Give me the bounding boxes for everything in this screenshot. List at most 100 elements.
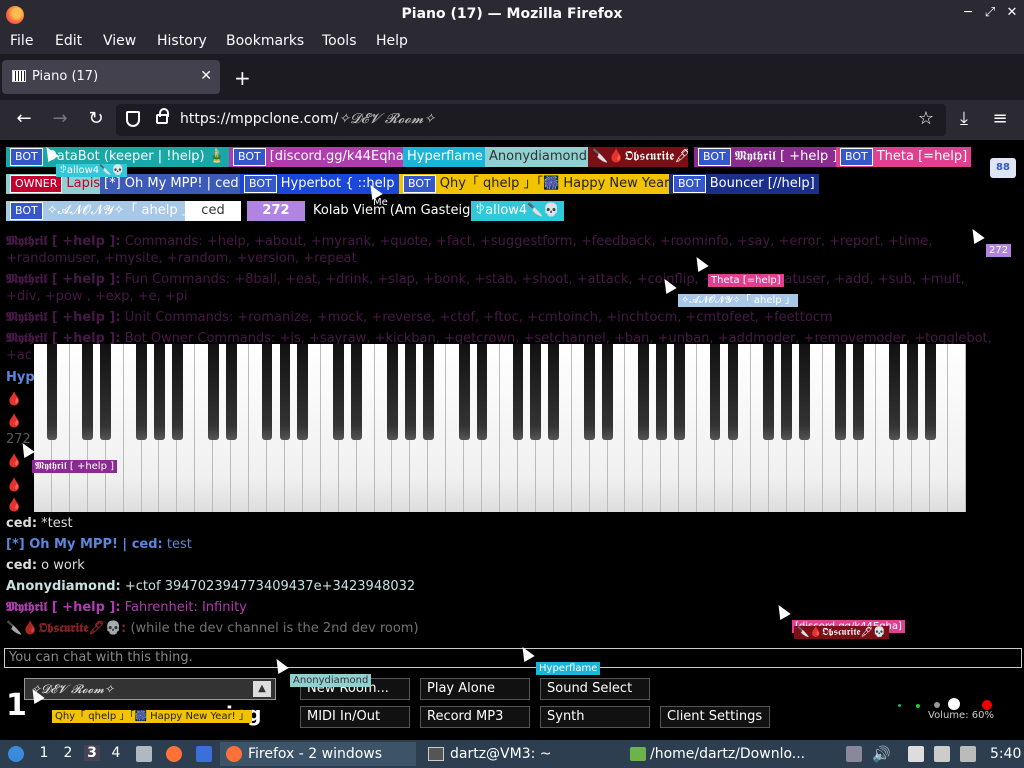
user-tag-gallow[interactable]: ꉣallow4🔪💀 — [471, 201, 564, 221]
black-key[interactable] — [906, 344, 918, 440]
menu-help[interactable]: Help — [376, 33, 408, 49]
menu-icon[interactable]: ≡ — [988, 108, 1012, 129]
black-key[interactable] — [351, 344, 362, 440]
client-settings-button[interactable]: Client Settings — [660, 706, 770, 728]
tab-piano[interactable]: Piano (17) ✕ — [2, 60, 220, 94]
user-tag-obscurite[interactable]: 🔪🩸𝕺𝖇𝖘𝖈𝖚𝖗𝖎𝖙𝖊🖋💀 — [588, 147, 688, 167]
black-key[interactable] — [100, 344, 112, 440]
shield-icon[interactable] — [126, 111, 140, 127]
synth-button[interactable]: Synth — [540, 706, 650, 728]
menu-file[interactable]: File — [10, 33, 33, 49]
workspace-2[interactable]: 2 — [60, 745, 76, 761]
black-key[interactable] — [387, 344, 398, 440]
volume-icon[interactable]: 🔊 — [872, 742, 891, 766]
menu-edit[interactable]: Edit — [55, 33, 82, 49]
piano-keyboard[interactable] — [34, 344, 966, 512]
display-icon[interactable] — [960, 746, 976, 762]
black-key[interactable] — [530, 344, 542, 440]
black-key[interactable] — [422, 344, 434, 440]
new-tab-icon[interactable]: + — [234, 66, 251, 90]
user-tag-theta[interactable]: BOT Theta [=help] — [836, 147, 972, 167]
back-icon[interactable]: ← — [12, 108, 36, 129]
chat-input[interactable]: You can chat with this thing. — [4, 648, 1022, 668]
black-key[interactable] — [333, 344, 345, 440]
play-alone-button[interactable]: Play Alone — [420, 678, 530, 700]
black-key[interactable] — [763, 344, 775, 440]
terminal-launcher-icon[interactable] — [196, 746, 212, 762]
workspace-4[interactable]: 4 — [108, 745, 124, 761]
black-key[interactable] — [853, 344, 864, 440]
black-key[interactable] — [154, 344, 165, 440]
black-key[interactable] — [835, 344, 846, 440]
workspace-3[interactable]: 3 — [84, 745, 100, 761]
black-key[interactable] — [781, 344, 793, 440]
black-key[interactable] — [136, 344, 147, 440]
user-tag-272[interactable]: 272 — [247, 201, 305, 221]
black-key[interactable] — [727, 344, 739, 440]
user-tag-hyperflame[interactable]: Hyperflame — [403, 147, 487, 167]
forward-icon[interactable]: → — [48, 108, 72, 129]
download-icon[interactable]: ⤓ — [952, 108, 976, 129]
restore-icon[interactable]: ⤢ — [980, 5, 1000, 20]
black-key[interactable] — [655, 344, 667, 440]
url-bar[interactable]: https://mppclone.com/✧𝓓𝓔𝓥 𝓡𝓸𝓸𝓶✧ ☆ — [116, 104, 946, 136]
user-tag-lapis[interactable]: OWNER Lapis — [6, 174, 105, 194]
start-menu-icon[interactable] — [8, 746, 24, 762]
task-terminal[interactable]: dartz@VM3: ~ — [424, 742, 620, 766]
user-tag-bouncer[interactable]: BOT Bouncer [//help] — [669, 174, 819, 194]
clipboard-icon[interactable] — [908, 746, 924, 762]
black-key[interactable] — [172, 344, 183, 440]
menu-tools[interactable]: Tools — [322, 33, 357, 49]
black-key[interactable] — [888, 344, 900, 440]
black-key[interactable] — [799, 344, 811, 440]
task-files[interactable]: /home/dartz/Downlo... — [626, 742, 836, 766]
black-key[interactable] — [602, 344, 613, 440]
menu-bookmarks[interactable]: Bookmarks — [226, 33, 304, 49]
toggle-button[interactable]: 88 — [990, 158, 1016, 178]
black-key[interactable] — [512, 344, 524, 440]
user-tag-anonybot[interactable]: BOT ✧𝓐𝓝𝓞𝓝𝓨✧「 ahelp 」 — [6, 201, 199, 221]
user-tag-ced[interactable]: ced — [185, 201, 241, 221]
black-key[interactable] — [584, 344, 595, 440]
room-select[interactable]: ✧𝓓𝓔𝓥 𝓡𝓸𝓸𝓶✧ ▲ — [24, 678, 276, 700]
firefox-launcher-icon[interactable] — [166, 746, 182, 762]
user-tag-qhy[interactable]: BOT Qhy「 qhelp 」「🎆 Happy New Year! 」 — [399, 174, 696, 194]
black-key[interactable] — [405, 344, 416, 440]
black-key[interactable] — [458, 344, 470, 440]
user-tag-hyperbot[interactable]: BOT Hyperbot { ::help } — [240, 174, 411, 194]
lock-icon[interactable] — [156, 108, 169, 124]
black-key[interactable] — [261, 344, 273, 440]
user-tag-anonydiamond[interactable]: Anonydiamond — [485, 147, 591, 167]
menu-history[interactable]: History — [157, 33, 207, 49]
reload-icon[interactable]: ↻ — [84, 108, 108, 129]
volume-control[interactable]: Volume: 60% — [898, 694, 1004, 724]
black-key[interactable] — [297, 344, 309, 440]
black-key[interactable] — [225, 344, 237, 440]
user-tag-mythril[interactable]: BOT 𝕸𝖞𝖙𝖍𝖗𝖎𝖑 [ +help ] — [694, 147, 842, 167]
close-icon[interactable]: ✕ — [1002, 5, 1022, 20]
volume-knob[interactable] — [948, 698, 960, 710]
chevron-up-icon[interactable]: ▲ — [253, 681, 271, 697]
workspace-1[interactable]: 1 — [36, 745, 52, 761]
black-key[interactable] — [924, 344, 936, 440]
black-key[interactable] — [548, 344, 560, 440]
lock-screen-icon[interactable] — [846, 746, 862, 762]
user-tag-discord[interactable]: BOT [discord.gg/k44Eqha] — [229, 147, 413, 167]
tab-close-icon[interactable]: ✕ — [200, 68, 212, 84]
record-mp3-button[interactable]: Record MP3 — [420, 706, 530, 728]
star-icon[interactable]: ☆ — [918, 108, 934, 129]
black-key[interactable] — [709, 344, 721, 440]
files-launcher-icon[interactable] — [136, 746, 152, 762]
black-key[interactable] — [207, 344, 219, 440]
black-key[interactable] — [638, 344, 649, 440]
black-key[interactable] — [279, 344, 291, 440]
black-key[interactable] — [82, 344, 94, 440]
sound-select-button[interactable]: Sound Select — [540, 678, 650, 700]
white-key[interactable] — [948, 344, 966, 512]
minimize-icon[interactable]: ─ — [958, 5, 978, 20]
black-key[interactable] — [673, 344, 685, 440]
black-key[interactable] — [476, 344, 488, 440]
task-firefox[interactable]: Firefox - 2 windows — [220, 742, 416, 766]
user-tag-kolab[interactable]: Kolab Viem (Am Gasteig) — [309, 201, 479, 221]
midi-button[interactable]: MIDI In/Out — [300, 706, 410, 728]
